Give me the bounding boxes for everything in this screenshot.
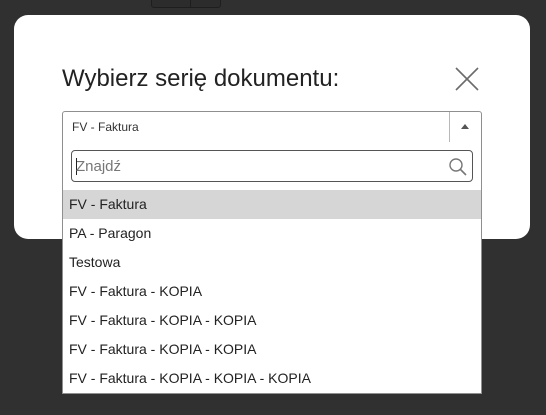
close-icon	[455, 67, 479, 91]
option-item[interactable]: PA - Paragon	[63, 219, 481, 248]
option-item[interactable]: FV - Faktura - KOPIA - KOPIA	[63, 306, 481, 335]
search-icon[interactable]	[448, 157, 468, 177]
option-item[interactable]: FV - Faktura - KOPIA	[63, 277, 481, 306]
option-list: FV - Faktura PA - Paragon Testowa FV - F…	[63, 190, 481, 393]
dialog-title: Wybierz serię dokumentu:	[62, 65, 340, 92]
search-input[interactable]	[76, 154, 436, 178]
dropdown-panel: FV - Faktura PA - Paragon Testowa FV - F…	[62, 142, 482, 394]
background-toolbar-divider	[190, 0, 191, 8]
background-toolbar-button	[151, 0, 221, 8]
close-button[interactable]	[454, 66, 480, 92]
select-toggle-button[interactable]	[449, 112, 481, 142]
caret-up-icon	[461, 124, 469, 129]
series-select[interactable]: FV - Faktura	[62, 111, 482, 143]
option-item[interactable]: FV - Faktura - KOPIA - KOPIA	[63, 335, 481, 364]
option-item[interactable]: FV - Faktura - KOPIA - KOPIA - KOPIA	[63, 364, 481, 393]
search-field[interactable]	[71, 150, 473, 182]
option-item[interactable]: FV - Faktura	[63, 190, 481, 219]
select-value: FV - Faktura	[72, 120, 139, 134]
option-item[interactable]: Testowa	[63, 248, 481, 277]
